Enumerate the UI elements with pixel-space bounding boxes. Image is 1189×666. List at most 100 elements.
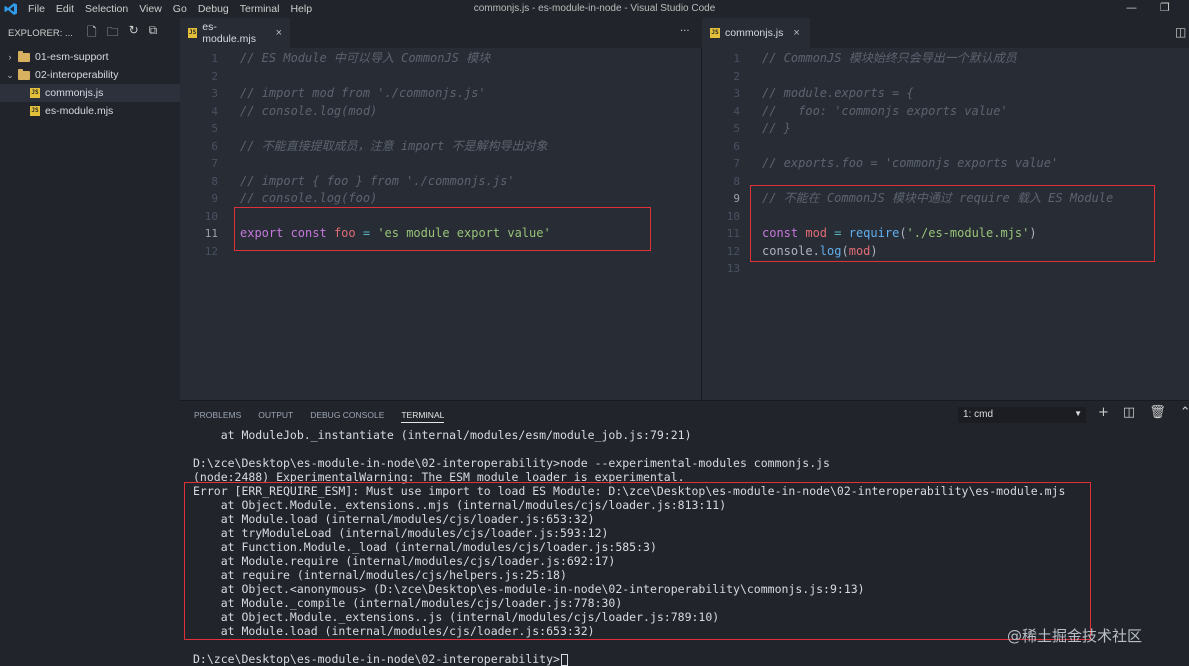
tab-output[interactable]: OUTPUT (258, 410, 293, 423)
line-number: 4 (211, 104, 218, 118)
code-token: const (762, 226, 806, 240)
code-token: // foo: 'commonjs exports value' (762, 103, 1008, 118)
code-line: // 不能直接提取成员，注意 import 不是解构导出对象 (240, 138, 547, 156)
panel-tabs: PROBLEMS OUTPUT DEBUG CONSOLE TERMINAL (194, 410, 445, 423)
tree-item[interactable]: JS es-module.mjs (0, 102, 180, 120)
tree-item[interactable]: JS commonjs.js (0, 84, 180, 102)
terminal-line: D:\zce\Desktop\es-module-in-node\02-inte… (193, 456, 830, 470)
folder-icon (18, 50, 30, 62)
tree-item-label: commonjs.js (45, 87, 104, 99)
code-line: // foo: 'commonjs exports value' (762, 103, 1008, 121)
line-number: 8 (733, 174, 740, 188)
right-editor[interactable]: 1 // CommonJS 模块始终只会导出一个默认成员 2 3 // module.e… (702, 48, 1189, 400)
line-number: 11 (204, 227, 218, 240)
code-line: const mod = require('./es-module.mjs') (762, 225, 1037, 243)
code-token: mod (848, 243, 871, 258)
new-file-icon[interactable]: 🗋 (87, 23, 97, 44)
tab-commonjs[interactable]: JS commonjs.js × (702, 18, 810, 48)
chevron-up-icon[interactable]: ⌃ (1180, 405, 1189, 420)
code-token: // console.log(mod) (240, 103, 378, 118)
code-line: export const foo = 'es module export val… (240, 225, 551, 243)
code-token: export (240, 226, 291, 240)
line-number: 2 (733, 69, 740, 83)
line-number: 10 (726, 209, 740, 223)
line-number: 10 (204, 209, 218, 223)
collapse-all-icon[interactable]: ⧉ (149, 23, 158, 44)
tab-es-module[interactable]: JS es-module.mjs × (180, 18, 290, 48)
terminal-line: D:\zce\Desktop\es-module-in-node\02-inte… (193, 652, 568, 666)
tab-problems[interactable]: PROBLEMS (194, 410, 241, 423)
restore-icon[interactable]: ❐ (1160, 1, 1170, 14)
code-token: mod (805, 226, 828, 240)
new-folder-icon[interactable]: 🗀 (107, 23, 119, 44)
minimize-icon[interactable]: — (1126, 1, 1137, 14)
line-number: 7 (733, 157, 740, 170)
panel-actions: + ◫ 🗑 ⌃ (1098, 405, 1189, 420)
tab-debug-console[interactable]: DEBUG CONSOLE (310, 410, 384, 423)
code-line: // import { foo } from './commonjs.js' (240, 173, 515, 191)
code-line: // exports.foo = 'commonjs exports value… (762, 155, 1058, 173)
code-token: ( (841, 243, 849, 258)
left-tab-bar: JS es-module.mjs × ··· (180, 18, 701, 48)
tree-item[interactable]: ⌄ 02-interoperability (0, 66, 180, 84)
js-file-icon: JS (30, 88, 40, 98)
line-number: 9 (733, 192, 740, 205)
close-icon[interactable]: × (276, 27, 282, 39)
explorer-header: EXPLORER: ... 🗋 🗀 ↻ ⧉ (0, 18, 180, 48)
line-number: 7 (211, 157, 218, 170)
js-file-icon: JS (30, 106, 40, 116)
trash-icon[interactable]: 🗑 (1149, 405, 1166, 420)
title-bar: File Edit Selection View Go Debug Terminal Help… (0, 0, 1189, 18)
code-token: // module.exports = { (762, 86, 914, 100)
terminal-cursor (560, 653, 568, 666)
terminal-select[interactable]: 1: cmd ▼ (958, 407, 1086, 423)
js-file-icon: JS (188, 28, 198, 38)
line-number: 13 (726, 262, 740, 275)
close-icon[interactable]: × (793, 27, 799, 39)
line-number: 5 (211, 122, 218, 135)
left-editor[interactable]: 1 // ES Module 中可以导入 CommonJS 模块 2 3 // impo… (180, 48, 701, 400)
code-token: // exports.foo = 'commonjs exports value… (762, 156, 1059, 170)
line-number: 6 (733, 139, 740, 153)
explorer-title: EXPLORER: ... (8, 27, 73, 39)
line-number: 6 (211, 139, 218, 153)
watermark: @稀土掘金技术社区 (1007, 627, 1143, 645)
chevron-down-icon: ▼ (1074, 409, 1082, 418)
more-actions-icon[interactable]: ··· (680, 26, 690, 37)
folder-icon (18, 68, 30, 80)
refresh-icon[interactable]: ↻ (129, 23, 139, 44)
terminal-select-value: 1: cmd (963, 409, 994, 420)
split-editor-icon[interactable]: ◫ (1175, 25, 1186, 39)
chevron-right-icon: › (8, 52, 12, 62)
code-token: log (819, 243, 842, 258)
code-line: // module.exports = { (762, 85, 914, 103)
code-line: // console.log(foo) (240, 190, 377, 208)
code-line: // } (762, 120, 791, 138)
line-number: 12 (204, 244, 218, 258)
code-token: require (848, 226, 900, 240)
window-title: commonjs.js - es-module-in-node - Visual… (473, 3, 716, 14)
code-line: // 不能在 CommonJS 模块中通过 require 载入 ES Modu… (762, 190, 1113, 208)
right-tab-bar: JS commonjs.js × ◫ (702, 18, 1189, 48)
tab-label: es-module.mjs (202, 21, 256, 45)
code-line: // import mod from './commonjs.js' (240, 85, 486, 103)
tree-item[interactable]: › 01-esm-support (0, 48, 180, 66)
code-line: // ES Module 中可以导入 CommonJS 模块 (240, 50, 490, 68)
explorer-sidebar: EXPLORER: ... 🗋 🗀 ↻ ⧉ › 01-esm-support ⌄ 02… (0, 18, 180, 666)
code-token: = (827, 226, 849, 240)
line-number: 12 (726, 244, 740, 258)
add-terminal-icon[interactable]: + (1098, 405, 1109, 420)
code-token: // 不能在 CommonJS 模块中通过 require 载入 ES Modu… (762, 191, 1114, 205)
code-line: // console.log(mod) (240, 103, 377, 121)
code-token: // } (762, 121, 791, 135)
code-token: foo (333, 226, 356, 240)
terminal-line: at ModuleJob._instantiate (internal/modu… (193, 428, 692, 442)
code-token: // 不能直接提取成员，注意 import 不是解构导出对象 (240, 138, 548, 153)
tab-label: commonjs.js (725, 27, 784, 39)
file-tree: › 01-esm-support ⌄ 02-interoperability JS com… (0, 48, 180, 120)
tree-item-label: es-module.mjs (45, 105, 114, 117)
split-terminal-icon[interactable]: ◫ (1123, 405, 1135, 420)
code-token: // ES Module 中可以导入 CommonJS 模块 (240, 51, 491, 65)
tab-terminal[interactable]: TERMINAL (401, 410, 445, 423)
code-token: // import mod from './commonjs.js' (240, 86, 486, 100)
